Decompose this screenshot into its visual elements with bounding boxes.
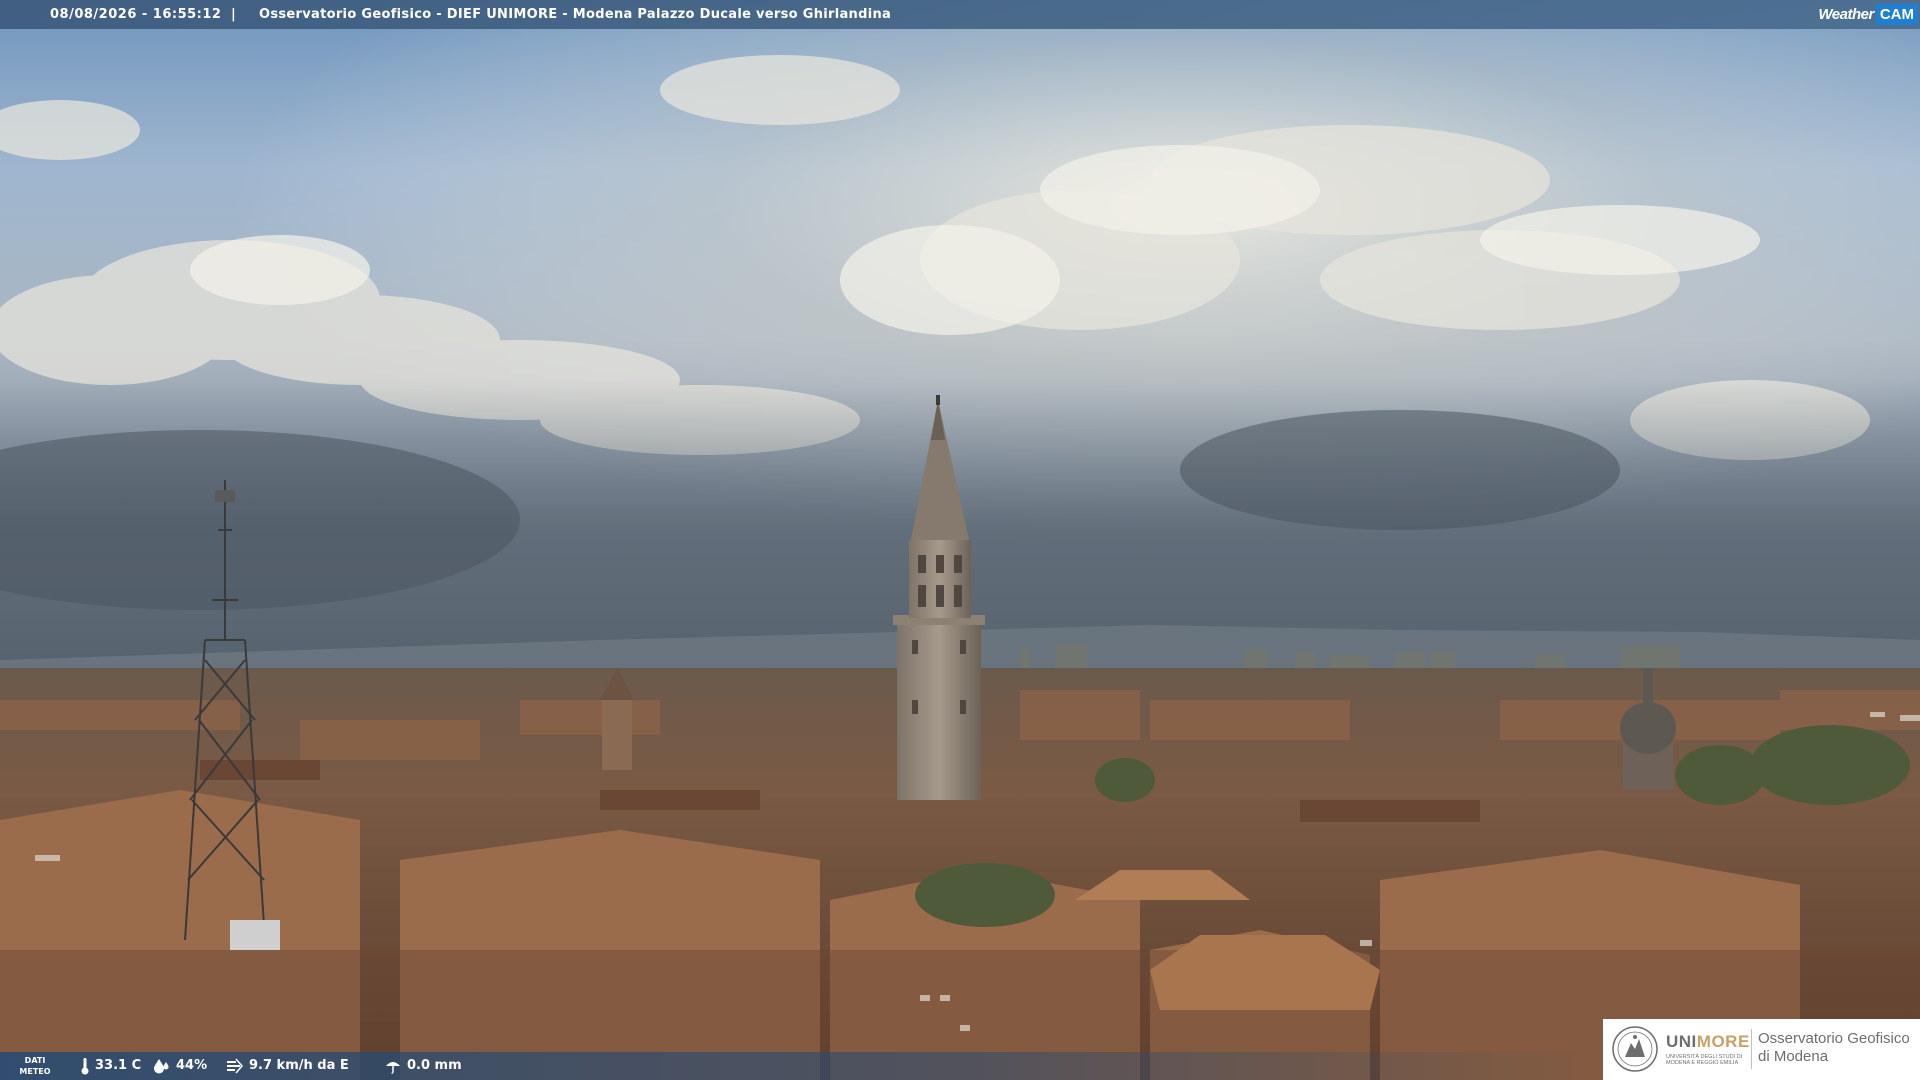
temperature-readout: 33.1 C bbox=[80, 1052, 141, 1080]
city-skyline-photo bbox=[0, 0, 1920, 1080]
camera-info-bar: 08/08/2026 - 16:55:12 | Osservatorio Geo… bbox=[0, 0, 1920, 29]
observatory-name-line1: Osservatorio Geofisico bbox=[1758, 1030, 1910, 1047]
rain-value: 0.0 mm bbox=[407, 1058, 462, 1073]
title-separator: | bbox=[231, 7, 236, 22]
timestamp: 08/08/2026 - 16:55:12 bbox=[50, 7, 222, 22]
wind-value: 9.7 km/h da E bbox=[249, 1058, 349, 1073]
unimore-wordmark-uni: UNI bbox=[1666, 1032, 1697, 1051]
humidity-readout: 44% bbox=[153, 1052, 207, 1080]
observatory-name-line2: di Modena bbox=[1758, 1048, 1829, 1065]
weather-data-label-line1: DATI bbox=[24, 1056, 46, 1065]
camera-title: Osservatorio Geofisico - DIEF UNIMORE - … bbox=[259, 7, 892, 22]
wind-icon bbox=[227, 1058, 243, 1074]
unimore-subtitle-line2: MODENA E REGGIO EMILIA bbox=[1666, 1060, 1739, 1066]
unimore-logo: UNIMORE UNIVERSITÀ DEGLI STUDI DI MODENA… bbox=[1603, 1019, 1920, 1080]
observatory-name: Osservatorio Geofisico di Modena bbox=[1758, 1030, 1910, 1066]
weathercam-logo-weather: Weather bbox=[1818, 6, 1874, 23]
wind-readout: 9.7 km/h da E bbox=[226, 1052, 349, 1080]
rain-readout: 0.0 mm bbox=[384, 1052, 462, 1080]
weather-data-label: DATI METEO bbox=[14, 1055, 56, 1077]
webcam-frame: 08/08/2026 - 16:55:12 | Osservatorio Geo… bbox=[0, 0, 1920, 1080]
weathercam-logo: Weather CAM bbox=[1818, 3, 1918, 26]
weather-data-label-line2: METEO bbox=[19, 1067, 51, 1076]
humidity-drop-icon bbox=[154, 1059, 169, 1074]
humidity-value: 44% bbox=[176, 1058, 208, 1073]
rain-icon bbox=[386, 1062, 400, 1074]
unimore-wordmark-more: MORE bbox=[1696, 1032, 1750, 1051]
logo-divider bbox=[1751, 1029, 1752, 1069]
temperature-value: 33.1 C bbox=[95, 1058, 142, 1073]
weathercam-logo-cam: CAM bbox=[1875, 4, 1918, 25]
unimore-subtitle: UNIVERSITÀ DEGLI STUDI DI MODENA E REGGI… bbox=[1666, 1054, 1746, 1066]
weather-data-bar: DATI METEO 33.1 C 44% 9.7 km/h da E 0.0 … bbox=[0, 1052, 1600, 1080]
unimore-wordmark: UNIMORE bbox=[1666, 1032, 1750, 1052]
thermometer-icon bbox=[81, 1058, 89, 1075]
university-seal-icon bbox=[1612, 1026, 1658, 1072]
